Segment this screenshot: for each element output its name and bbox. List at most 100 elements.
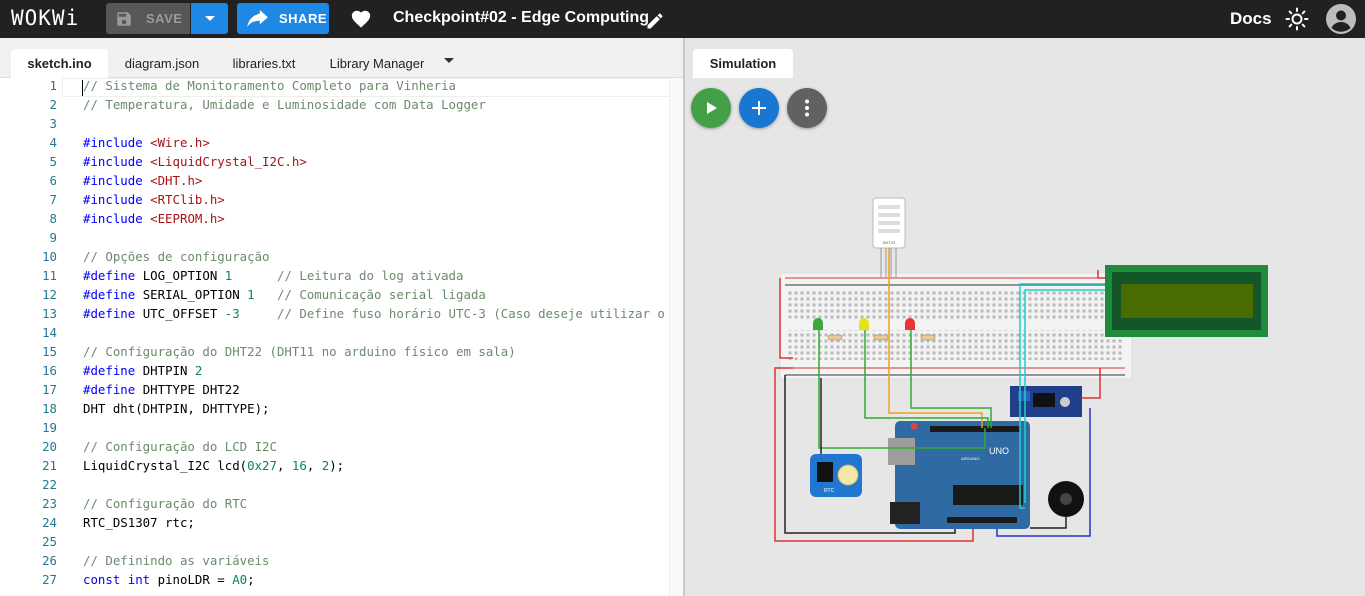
code-line[interactable]: 12 #define SERIAL_OPTION 1 // Comunicação… <box>0 287 683 306</box>
code-text[interactable]: #define SERIAL_OPTION 1 // Comunicação s… <box>83 287 486 302</box>
heart-icon[interactable] <box>350 8 372 30</box>
code-line[interactable]: 25 <box>0 534 683 553</box>
code-text[interactable]: #include <Wire.h> <box>83 135 210 150</box>
code-line[interactable]: 3 <box>0 116 683 135</box>
code-line[interactable]: 22 <box>0 477 683 496</box>
line-number: 15 <box>42 344 57 359</box>
code-text[interactable]: #define UTC_OFFSET -3 // Define fuso hor… <box>83 306 665 321</box>
code-line[interactable]: 7 #include <RTClib.h> <box>0 192 683 211</box>
code-text[interactable]: #define DHTPIN 2 <box>83 363 202 378</box>
editor-tab-bar: sketch.ino diagram.json libraries.txt Li… <box>0 38 683 78</box>
dht-label: DHT22 <box>883 240 896 245</box>
tab-sketch-ino[interactable]: sketch.ino <box>11 49 108 78</box>
ldr-module[interactable] <box>1010 386 1082 417</box>
code-text[interactable]: RTC_DS1307 rtc; <box>83 515 195 530</box>
code-text[interactable]: const int pinoLDR = A0; <box>83 572 255 587</box>
sun-icon[interactable] <box>1285 7 1309 31</box>
code-line[interactable]: 11 #define LOG_OPTION 1 // Leitura do log… <box>0 268 683 287</box>
breadboard[interactable] <box>779 272 1133 380</box>
board-label: UNO <box>989 446 1009 456</box>
account-icon[interactable] <box>1326 4 1356 34</box>
code-line[interactable]: 17 #define DHTTYPE DHT22 <box>0 382 683 401</box>
code-line[interactable]: 26 // Definindo as variáveis <box>0 553 683 572</box>
code-text[interactable]: // Temperatura, Umidade e Luminosidade c… <box>83 97 486 112</box>
line-number: 7 <box>49 192 57 207</box>
code-text[interactable]: // Configuração do DHT22 (DHT11 no ardui… <box>83 344 516 359</box>
code-text[interactable]: // Configuração do RTC <box>83 496 247 511</box>
code-line[interactable]: 9 <box>0 230 683 249</box>
code-text[interactable]: LiquidCrystal_I2C lcd(0x27, 16, 2); <box>83 458 344 473</box>
save-button-group: SAVE <box>106 3 228 34</box>
start-simulation-button[interactable] <box>691 88 731 128</box>
pencil-icon[interactable] <box>645 11 665 31</box>
code-line[interactable]: 6 #include <DHT.h> <box>0 173 683 192</box>
code-area[interactable]: 1 // Sistema de Monitoramento Completo pa… <box>0 78 683 596</box>
lcd-display[interactable] <box>1105 265 1268 337</box>
led-green[interactable] <box>813 318 823 330</box>
code-text[interactable]: #include <EEPROM.h> <box>83 211 225 226</box>
code-text[interactable]: // Opções de configuração <box>83 249 270 264</box>
tab-diagram-json[interactable]: diagram.json <box>112 49 212 78</box>
code-line[interactable]: 16 #define DHTPIN 2 <box>0 363 683 382</box>
code-line[interactable]: 18 DHT dht(DHTPIN, DHTTYPE); <box>0 401 683 420</box>
line-number: 13 <box>42 306 57 321</box>
circuit-diagram[interactable]: DHT22 RTC UNO ARDUINO <box>685 38 1365 596</box>
code-line[interactable]: 8 #include <EEPROM.h> <box>0 211 683 230</box>
code-text[interactable]: DHT dht(DHTPIN, DHTTYPE); <box>83 401 270 416</box>
docs-link[interactable]: Docs <box>1230 9 1272 29</box>
arduino-uno-board[interactable]: UNO ARDUINO <box>888 421 1030 529</box>
share-button[interactable]: SHARE <box>237 3 329 34</box>
code-line[interactable]: 10 // Opções de configuração <box>0 249 683 268</box>
save-button[interactable]: SAVE <box>106 3 190 34</box>
chevron-down-icon <box>204 15 215 21</box>
led-yellow[interactable] <box>859 318 869 330</box>
code-line[interactable]: 4 #include <Wire.h> <box>0 135 683 154</box>
code-text[interactable]: // Sistema de Monitoramento Completo par… <box>83 78 456 93</box>
tab-simulation[interactable]: Simulation <box>693 49 793 78</box>
code-text[interactable]: #include <LiquidCrystal_I2C.h> <box>83 154 307 169</box>
tab-library-manager[interactable]: Library Manager <box>316 49 438 78</box>
code-line[interactable]: 21 LiquidCrystal_I2C lcd(0x27, 16, 2); <box>0 458 683 477</box>
more-options-button[interactable] <box>787 88 827 128</box>
line-number: 23 <box>42 496 57 511</box>
code-text[interactable]: #include <DHT.h> <box>83 173 202 188</box>
tabs-dropdown-icon[interactable] <box>444 58 454 63</box>
code-line[interactable]: 14 <box>0 325 683 344</box>
code-line[interactable]: 13 #define UTC_OFFSET -3 // Define fuso h… <box>0 306 683 325</box>
line-number: 10 <box>42 249 57 264</box>
code-line[interactable]: 20 // Configuração do LCD I2C <box>0 439 683 458</box>
code-text[interactable]: // Definindo as variáveis <box>83 553 270 568</box>
line-number: 4 <box>49 135 57 150</box>
code-line[interactable]: 1 // Sistema de Monitoramento Completo pa… <box>0 78 683 97</box>
buzzer[interactable] <box>1048 481 1084 517</box>
wokwi-logo[interactable]: WOKWi <box>11 6 79 30</box>
save-options-button[interactable] <box>191 3 228 34</box>
top-bar: WOKWi SAVE SHARE Checkpoint#02 - Edge Co… <box>0 0 1365 38</box>
code-line[interactable]: 23 // Configuração do RTC <box>0 496 683 515</box>
code-line[interactable]: 5 #include <LiquidCrystal_I2C.h> <box>0 154 683 173</box>
led-red[interactable] <box>905 318 915 330</box>
editor-scrollbar[interactable] <box>669 78 683 596</box>
project-title[interactable]: Checkpoint#02 - Edge Computing <box>393 9 649 27</box>
code-line[interactable]: 24 RTC_DS1307 rtc; <box>0 515 683 534</box>
code-line[interactable]: 27 const int pinoLDR = A0; <box>0 572 683 591</box>
play-icon <box>707 102 717 114</box>
code-text[interactable]: #define DHTTYPE DHT22 <box>83 382 240 397</box>
line-number: 19 <box>42 420 57 435</box>
line-number: 21 <box>42 458 57 473</box>
line-number: 22 <box>42 477 57 492</box>
code-line[interactable]: 2 // Temperatura, Umidade e Luminosidade … <box>0 97 683 116</box>
rtc-module[interactable]: RTC <box>810 454 862 497</box>
line-number: 26 <box>42 553 57 568</box>
code-text[interactable]: // Configuração do LCD I2C <box>83 439 277 454</box>
line-number: 20 <box>42 439 57 454</box>
tab-libraries-txt[interactable]: libraries.txt <box>218 49 310 78</box>
line-number: 9 <box>49 230 57 245</box>
code-line[interactable]: 15 // Configuração do DHT22 (DHT11 no ard… <box>0 344 683 363</box>
code-line[interactable]: 19 <box>0 420 683 439</box>
share-arrow-icon <box>247 9 268 27</box>
add-part-button[interactable] <box>739 88 779 128</box>
code-text[interactable]: #include <RTClib.h> <box>83 192 225 207</box>
code-text[interactable]: #define LOG_OPTION 1 // Leitura do log a… <box>83 268 463 283</box>
save-label: SAVE <box>146 11 183 26</box>
